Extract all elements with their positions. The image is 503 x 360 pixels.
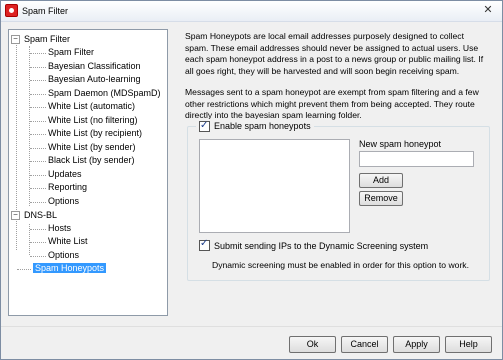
add-button[interactable]: Add [359, 173, 403, 188]
apply-button[interactable]: Apply [393, 336, 440, 353]
submit-ips-checkbox[interactable]: Submit sending IPs to the Dynamic Screen… [199, 238, 429, 251]
honeypot-list[interactable] [199, 139, 350, 233]
new-honeypot-label: New spam honeypot [359, 139, 442, 149]
checkbox-checked-icon[interactable] [199, 119, 210, 133]
collapse-icon[interactable]: − [11, 211, 20, 220]
tree-connector [30, 121, 46, 122]
submit-ips-label: Submit sending IPs to the Dynamic Screen… [214, 240, 429, 251]
description-text: Spam Honeypots are local email addresses… [185, 31, 485, 132]
tree-connector [30, 242, 46, 243]
window-title: Spam Filter [22, 6, 69, 16]
navigation-tree[interactable]: − Spam Filter Spam Filter Bayesian Class… [8, 29, 168, 316]
enable-honeypots-label: Enable spam honeypots [214, 121, 311, 131]
tree-connector [30, 175, 46, 176]
tree-connector [30, 80, 46, 81]
tree-item-white-list-no-filtering[interactable]: White List (no filtering) [48, 114, 138, 127]
tree-item-bayesian-auto-learning[interactable]: Bayesian Auto-learning [48, 73, 141, 86]
ok-button[interactable]: Ok [289, 336, 336, 353]
enable-honeypots-checkbox[interactable]: Enable spam honeypots [196, 119, 314, 133]
tree-item-white-list-by-recipient[interactable]: White List (by recipient) [48, 127, 142, 140]
checkbox-checked-icon[interactable] [199, 238, 210, 251]
remove-button[interactable]: Remove [359, 191, 403, 206]
tree-connector [30, 188, 46, 189]
tree-connector [30, 53, 46, 54]
new-honeypot-input[interactable] [359, 151, 474, 167]
tree-connector [17, 269, 31, 270]
tree-connector [29, 46, 30, 206]
tree-connector [30, 256, 46, 257]
footer-separator [1, 326, 502, 327]
close-icon[interactable]: ✕ [480, 3, 496, 18]
tree-connector [30, 67, 46, 68]
tree-item-spam-daemon[interactable]: Spam Daemon (MDSpamD) [48, 87, 161, 100]
tree-connector [30, 148, 46, 149]
tree-item-spam-filter[interactable]: Spam Filter [48, 46, 94, 59]
tree-label: Spam Filter [24, 34, 71, 44]
dynamic-screening-note: Dynamic screening must be enabled in ord… [212, 260, 469, 270]
description-paragraph-1: Spam Honeypots are local email addresses… [185, 31, 484, 76]
tree-item-spam-honeypots[interactable]: Spam Honeypots [33, 262, 107, 275]
app-icon [5, 4, 18, 17]
tree-connector [30, 94, 46, 95]
tree-item-reporting[interactable]: Reporting [48, 181, 87, 194]
help-button[interactable]: Help [445, 336, 492, 353]
tree-connector [30, 202, 46, 203]
tree-item-options[interactable]: Options [48, 195, 79, 208]
tree-item-dnsbl-options[interactable]: Options [48, 249, 79, 262]
tree-connector [30, 107, 46, 108]
tree-item-bayesian-classification[interactable]: Bayesian Classification [48, 60, 141, 73]
tree-connector [30, 134, 46, 135]
tree-item-updates[interactable]: Updates [48, 168, 82, 181]
tree-item-hosts[interactable]: Hosts [48, 222, 71, 235]
tree-item-black-list-by-sender[interactable]: Black List (by sender) [48, 154, 135, 167]
tree-item-white-list-automatic[interactable]: White List (automatic) [48, 100, 135, 113]
title-bar: Spam Filter ✕ [1, 1, 502, 22]
cancel-button[interactable]: Cancel [341, 336, 388, 353]
tree-label: DNS-BL [24, 210, 58, 220]
tree-item-dnsbl-white-list[interactable]: White List [48, 235, 88, 248]
tree-connector [30, 229, 46, 230]
collapse-icon[interactable]: − [11, 35, 20, 44]
spam-filter-dialog: Spam Filter ✕ − Spam Filter Spam Filter … [0, 0, 503, 360]
tree-connector [30, 161, 46, 162]
description-paragraph-2: Messages sent to a spam honeypot are exe… [185, 87, 479, 120]
tree-item-white-list-by-sender[interactable]: White List (by sender) [48, 141, 136, 154]
